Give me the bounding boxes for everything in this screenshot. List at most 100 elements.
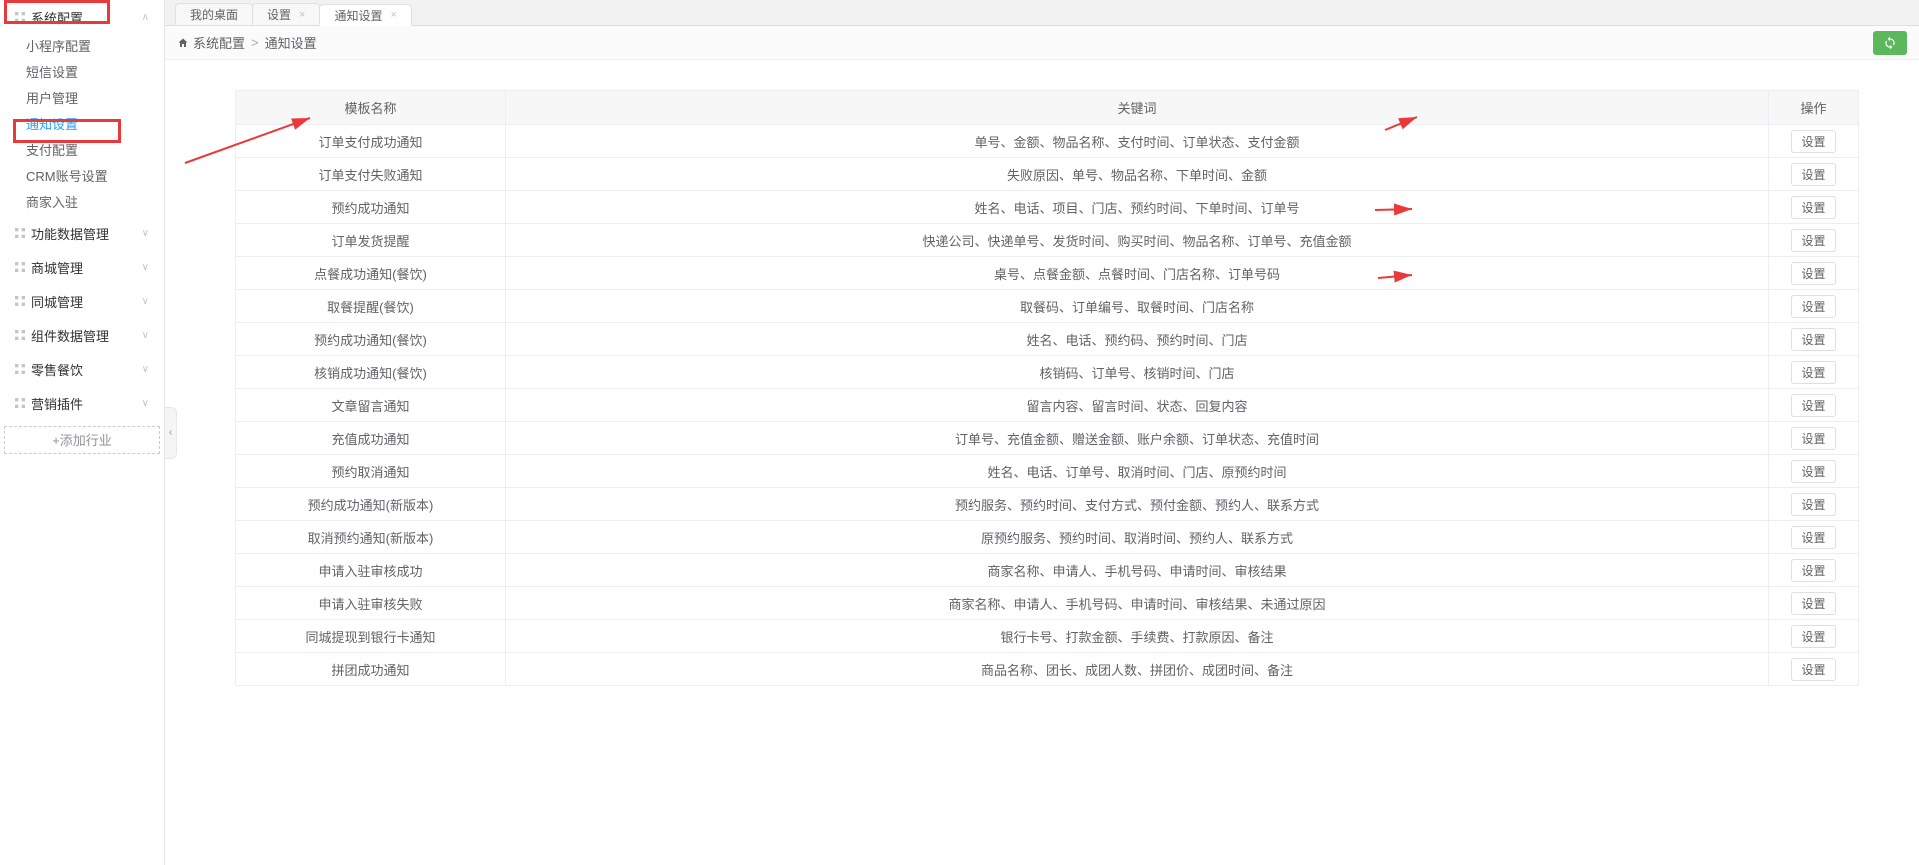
cell-keywords: 取餐码、订单编号、取餐时间、门店名称 [506,290,1769,323]
table-row: 同城提现到银行卡通知银行卡号、打款金额、手续费、打款原因、备注设置 [236,620,1859,653]
table-row: 核销成功通知(餐饮)核销码、订单号、核销时间、门店设置 [236,356,1859,389]
tab[interactable]: 我的桌面 [175,3,253,25]
breadcrumb-item[interactable]: 系统配置 [193,33,245,52]
cell-template-name: 核销成功通知(餐饮) [236,356,506,389]
close-icon[interactable]: × [390,9,396,21]
cell-template-name: 订单发货提醒 [236,224,506,257]
tab[interactable]: 设置× [252,3,320,25]
table-row: 订单发货提醒快递公司、快递单号、发货时间、购买时间、物品名称、订单号、充值金额设… [236,224,1859,257]
cell-template-name: 预约成功通知 [236,191,506,224]
sidebar-group-label: 零售餐饮 [31,360,83,379]
cell-action: 设置 [1769,554,1859,587]
table-row: 订单支付成功通知单号、金额、物品名称、支付时间、订单状态、支付金额设置 [236,125,1859,158]
setting-button[interactable]: 设置 [1791,460,1835,483]
sidebar-subitem[interactable]: CRM账号设置 [0,164,164,190]
table-row: 预约成功通知(新版本)预约服务、预约时间、支付方式、预付金额、预约人、联系方式设… [236,488,1859,521]
cell-action: 设置 [1769,620,1859,653]
cell-keywords: 姓名、电话、预约码、预约时间、门店 [506,323,1769,356]
cell-action: 设置 [1769,587,1859,620]
cell-keywords: 核销码、订单号、核销时间、门店 [506,356,1769,389]
sidebar-subitem[interactable]: 小程序配置 [0,34,164,60]
grid-icon [15,330,25,340]
cell-template-name: 申请入驻审核成功 [236,554,506,587]
grid-icon [15,364,25,374]
chevron-left-icon: ‹ [169,427,172,438]
sidebar: 系统配置∧小程序配置短信设置用户管理通知设置支付配置CRM账号设置商家入驻功能数… [0,0,165,865]
sidebar-group-label: 系统配置 [31,8,83,27]
cell-action: 设置 [1769,389,1859,422]
setting-button[interactable]: 设置 [1791,394,1835,417]
sidebar-group-header[interactable]: 系统配置∧ [0,0,164,34]
chevron-icon: ∨ [142,228,149,239]
table-row: 申请入驻审核失败商家名称、申请人、手机号码、申请时间、审核结果、未通过原因设置 [236,587,1859,620]
table-row: 充值成功通知订单号、充值金额、赠送金额、账户余额、订单状态、充值时间设置 [236,422,1859,455]
setting-button[interactable]: 设置 [1791,625,1835,648]
cell-action: 设置 [1769,521,1859,554]
sidebar-subitem[interactable]: 短信设置 [0,60,164,86]
sidebar-group-label: 组件数据管理 [31,326,109,345]
setting-button[interactable]: 设置 [1791,493,1835,516]
cell-template-name: 拼团成功通知 [236,653,506,686]
table-row: 预约取消通知姓名、电话、订单号、取消时间、门店、原预约时间设置 [236,455,1859,488]
cell-keywords: 预约服务、预约时间、支付方式、预付金额、预约人、联系方式 [506,488,1769,521]
notification-template-table: 模板名称 关键词 操作 订单支付成功通知单号、金额、物品名称、支付时间、订单状态… [235,90,1859,686]
setting-button[interactable]: 设置 [1791,427,1835,450]
sidebar-collapse-handle[interactable]: ‹ [165,407,177,459]
setting-button[interactable]: 设置 [1791,130,1835,153]
sidebar-subitem[interactable]: 支付配置 [0,138,164,164]
cell-template-name: 点餐成功通知(餐饮) [236,257,506,290]
setting-button[interactable]: 设置 [1791,592,1835,615]
col-header-name: 模板名称 [236,91,506,125]
cell-template-name: 同城提现到银行卡通知 [236,620,506,653]
refresh-button[interactable] [1873,31,1907,55]
cell-action: 设置 [1769,125,1859,158]
grid-icon [15,12,25,22]
close-icon[interactable]: × [299,9,305,21]
setting-button[interactable]: 设置 [1791,328,1835,351]
cell-keywords: 留言内容、留言时间、状态、回复内容 [506,389,1769,422]
chevron-icon: ∨ [142,330,149,341]
sidebar-subitem[interactable]: 通知设置 [0,112,164,138]
chevron-icon: ∨ [142,398,149,409]
table-row: 拼团成功通知商品名称、团长、成团人数、拼团价、成团时间、备注设置 [236,653,1859,686]
setting-button[interactable]: 设置 [1791,526,1835,549]
tab[interactable]: 通知设置× [319,4,411,26]
refresh-icon [1883,36,1897,50]
sidebar-group-header[interactable]: 组件数据管理 ∨ [0,318,164,352]
grid-icon [15,296,25,306]
sidebar-group-header[interactable]: 零售餐饮∨ [0,352,164,386]
setting-button[interactable]: 设置 [1791,163,1835,186]
setting-button[interactable]: 设置 [1791,361,1835,384]
breadcrumb-bar: 系统配置 > 通知设置 [165,26,1919,60]
tab-label: 我的桌面 [190,6,238,23]
cell-action: 设置 [1769,488,1859,521]
setting-button[interactable]: 设置 [1791,658,1835,681]
cell-action: 设置 [1769,290,1859,323]
cell-keywords: 银行卡号、打款金额、手续费、打款原因、备注 [506,620,1769,653]
sidebar-group-label: 营销插件 [31,394,83,413]
setting-button[interactable]: 设置 [1791,295,1835,318]
cell-keywords: 桌号、点餐金额、点餐时间、门店名称、订单号码 [506,257,1769,290]
cell-template-name: 预约成功通知(新版本) [236,488,506,521]
sidebar-subitem[interactable]: 商家入驻 [0,190,164,216]
sidebar-group-label: 商城管理 [31,258,83,277]
sidebar-group-header[interactable]: 功能数据管理∨ [0,216,164,250]
sidebar-subitem[interactable]: 用户管理 [0,86,164,112]
cell-action: 设置 [1769,323,1859,356]
table-row: 取消预约通知(新版本)原预约服务、预约时间、取消时间、预约人、联系方式设置 [236,521,1859,554]
setting-button[interactable]: 设置 [1791,559,1835,582]
sidebar-group-header[interactable]: 营销插件 ∨ [0,386,164,420]
setting-button[interactable]: 设置 [1791,262,1835,285]
setting-button[interactable]: 设置 [1791,196,1835,219]
cell-template-name: 充值成功通知 [236,422,506,455]
add-industry-button[interactable]: +添加行业 [4,426,160,454]
home-icon [177,37,189,49]
breadcrumb-item: 通知设置 [265,33,317,52]
sidebar-group-header[interactable]: 商城管理∨ [0,250,164,284]
chevron-icon: ∨ [142,296,149,307]
breadcrumb-separator: > [251,35,259,50]
setting-button[interactable]: 设置 [1791,229,1835,252]
cell-action: 设置 [1769,653,1859,686]
sidebar-group-header[interactable]: 同城管理∨ [0,284,164,318]
cell-template-name: 取消预约通知(新版本) [236,521,506,554]
